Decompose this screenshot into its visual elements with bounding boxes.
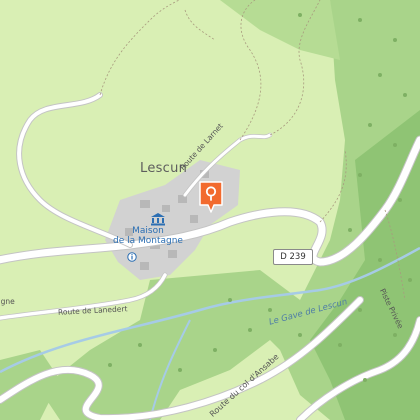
poi-label[interactable]: Maison de la Montagne <box>113 226 183 246</box>
poi-label-line1: Maison <box>132 226 164 236</box>
village-area <box>105 160 240 280</box>
info-circle-icon[interactable] <box>127 252 137 262</box>
forest-area-south <box>40 270 300 420</box>
road-shield-d239: D 239 <box>273 249 313 265</box>
forest-area-northeast <box>220 0 340 60</box>
map-pin-icon[interactable] <box>198 180 224 214</box>
map-view[interactable]: Lescun Route de Larnet Route de Lanedert… <box>0 0 420 420</box>
museum-icon[interactable] <box>150 212 166 226</box>
track-north-4 <box>184 9 216 41</box>
poi-label-line2: de la Montagne <box>113 236 183 246</box>
road-label-left-edge: agne <box>0 297 15 306</box>
track-north-1 <box>99 0 181 96</box>
